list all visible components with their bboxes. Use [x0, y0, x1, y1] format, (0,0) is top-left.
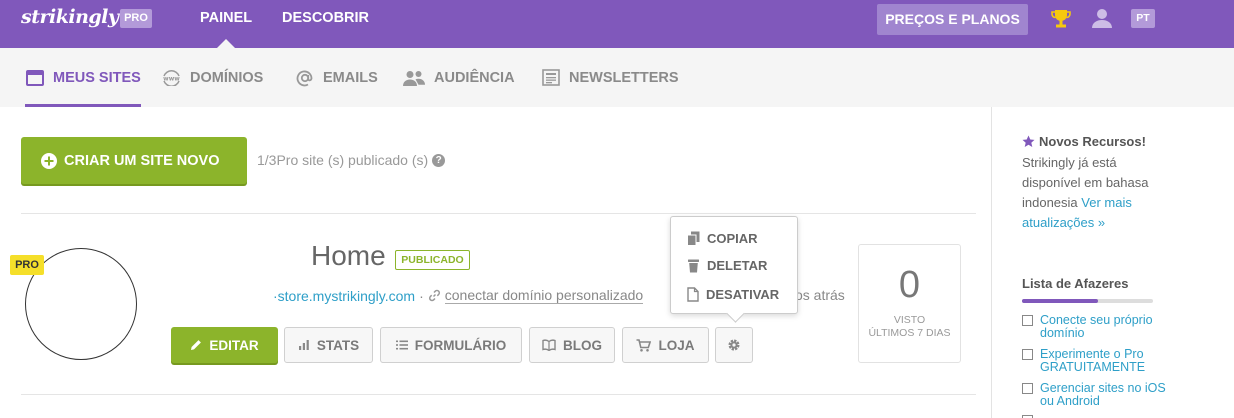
stats-button[interactable]: STATS — [284, 327, 373, 363]
svg-text:www: www — [163, 75, 180, 82]
tab-newsletters[interactable]: NEWSLETTERS — [542, 48, 679, 107]
trash-icon — [688, 259, 699, 272]
stats-label: STATS — [316, 337, 360, 353]
gear-icon — [728, 339, 740, 351]
blog-label: BLOG — [563, 337, 602, 353]
site-links: ·store.mystrikingly.com · conectar domín… — [273, 287, 644, 304]
new-features-text: Strikingly já está disponível em bahasa … — [1022, 153, 1172, 233]
sidebar-divider — [991, 107, 992, 418]
site-title[interactable]: Home — [311, 240, 386, 272]
help-icon[interactable]: ? — [432, 153, 446, 167]
menu-item-copy[interactable]: COPIAR — [687, 227, 758, 249]
todo-item-label: Experimente o Pro GRATUITAMENTE — [1040, 347, 1146, 374]
todo-progress-fill — [1022, 299, 1098, 303]
tab-label: MEUS SITES — [53, 69, 141, 86]
cart-icon — [636, 338, 652, 352]
tab-dominios[interactable]: www DOMÍNIOS — [162, 48, 263, 107]
shop-button[interactable]: LOJA — [622, 327, 709, 363]
blog-button[interactable]: BLOG — [529, 327, 615, 363]
menu-item-label: DESATIVAR — [706, 286, 780, 302]
visits-label: VISTO ÚLTIMOS 7 DIAS — [859, 314, 960, 340]
nav-descobrir[interactable]: DESCOBRIR — [282, 0, 369, 48]
menu-item-delete[interactable]: DELETAR — [687, 254, 767, 276]
form-label: FORMULÁRIO — [414, 337, 507, 353]
todo-item-mobile-apps[interactable]: Gerenciar sites no iOS ou Android — [1022, 382, 1167, 408]
last-updated: os atrás — [795, 287, 845, 303]
trophy-icon[interactable] — [1051, 8, 1071, 30]
menu-item-deactivate[interactable]: DESATIVAR — [687, 283, 779, 305]
visits-label-line: ÚLTIMOS 7 DIAS — [868, 327, 951, 339]
pro-tag: PRO — [10, 255, 44, 275]
link-icon — [428, 289, 440, 302]
settings-button[interactable] — [715, 327, 753, 363]
form-button[interactable]: FORMULÁRIO — [380, 327, 522, 363]
todo-item-partial[interactable] — [1022, 414, 1167, 418]
top-bar: strikingly PRO PAINEL DESCOBRIR PREÇOS E… — [0, 0, 1234, 48]
edit-button[interactable]: EDITAR — [171, 327, 278, 363]
todo-checkbox[interactable] — [1022, 315, 1033, 326]
site-url-link[interactable]: ·store.mystrikingly.com — [273, 288, 415, 304]
strikingly-logo[interactable]: strikingly — [21, 6, 119, 28]
status-badge: PUBLICADO — [395, 250, 470, 270]
create-site-button[interactable]: CRIAR UM SITE NOVO — [21, 137, 247, 184]
at-sign-icon — [296, 70, 313, 86]
active-nav-caret — [217, 39, 235, 48]
menu-item-label: COPIAR — [707, 230, 758, 246]
star-icon — [1022, 135, 1035, 147]
published-count-text: 1/3Pro site (s) publicado (s) — [257, 152, 429, 168]
shop-label: LOJA — [658, 337, 695, 353]
bar-chart-icon — [298, 340, 309, 350]
divider — [21, 213, 976, 214]
sub-navigation: MEUS SITES www DOMÍNIOS EMAILS AUDIÊNCIA — [0, 48, 1234, 107]
copy-icon — [687, 231, 700, 246]
todo-checkbox[interactable] — [1022, 383, 1033, 394]
todo-title: Lista de Afazeres — [1022, 276, 1129, 291]
todo-item-connect-domain[interactable]: Conecte seu próprio domínio — [1022, 314, 1167, 340]
prices-plans-button[interactable]: PREÇOS E PLANOS — [877, 4, 1028, 35]
menu-item-label: DELETAR — [707, 257, 768, 273]
todo-item-label: Conecte seu próprio domínio — [1040, 313, 1153, 340]
tab-emails[interactable]: EMAILS — [296, 48, 378, 107]
separator: · — [419, 287, 424, 304]
book-icon — [542, 339, 556, 351]
todo-item-try-pro[interactable]: Experimente o Pro GRATUITAMENTE — [1022, 348, 1167, 374]
divider — [21, 394, 976, 395]
todo-item-label: Gerenciar sites no iOS ou Android — [1040, 381, 1166, 408]
visits-label-line: VISTO — [893, 314, 926, 326]
connect-domain-link[interactable]: conectar domínio personalizado — [444, 287, 644, 304]
newspaper-icon — [542, 69, 560, 86]
new-features-title: Novos Recursos! — [1022, 134, 1146, 149]
visits-count: 0 — [898, 264, 921, 306]
new-features-title-text: Novos Recursos! — [1039, 134, 1146, 149]
site-actions-menu: COPIAR DELETAR DESATIVAR — [670, 216, 798, 314]
tab-label: AUDIÊNCIA — [434, 69, 515, 86]
todo-checkbox[interactable] — [1022, 349, 1033, 360]
language-selector[interactable]: PT — [1131, 9, 1155, 28]
user-icon[interactable] — [1091, 7, 1113, 29]
plus-circle-icon — [41, 152, 57, 169]
tab-meus-sites[interactable]: MEUS SITES — [25, 48, 141, 107]
plan-badge: PRO — [120, 9, 152, 28]
published-count: 1/3Pro site (s) publicado (s) ? — [257, 152, 446, 168]
todo-progress-bar — [1022, 299, 1153, 303]
edit-label: EDITAR — [209, 337, 259, 353]
browser-window-icon — [26, 69, 44, 86]
tab-label: EMAILS — [323, 69, 378, 86]
tab-label: NEWSLETTERS — [569, 69, 679, 86]
tab-audiencia[interactable]: AUDIÊNCIA — [403, 48, 515, 107]
pencil-icon — [191, 340, 202, 350]
list-icon — [395, 340, 408, 350]
create-site-label: CRIAR UM SITE NOVO — [64, 152, 220, 169]
tab-label: DOMÍNIOS — [190, 69, 264, 86]
people-icon — [403, 70, 425, 86]
visits-counter: 0 VISTO ÚLTIMOS 7 DIAS — [858, 244, 961, 363]
document-icon — [687, 286, 699, 302]
www-globe-icon: www — [163, 69, 180, 86]
